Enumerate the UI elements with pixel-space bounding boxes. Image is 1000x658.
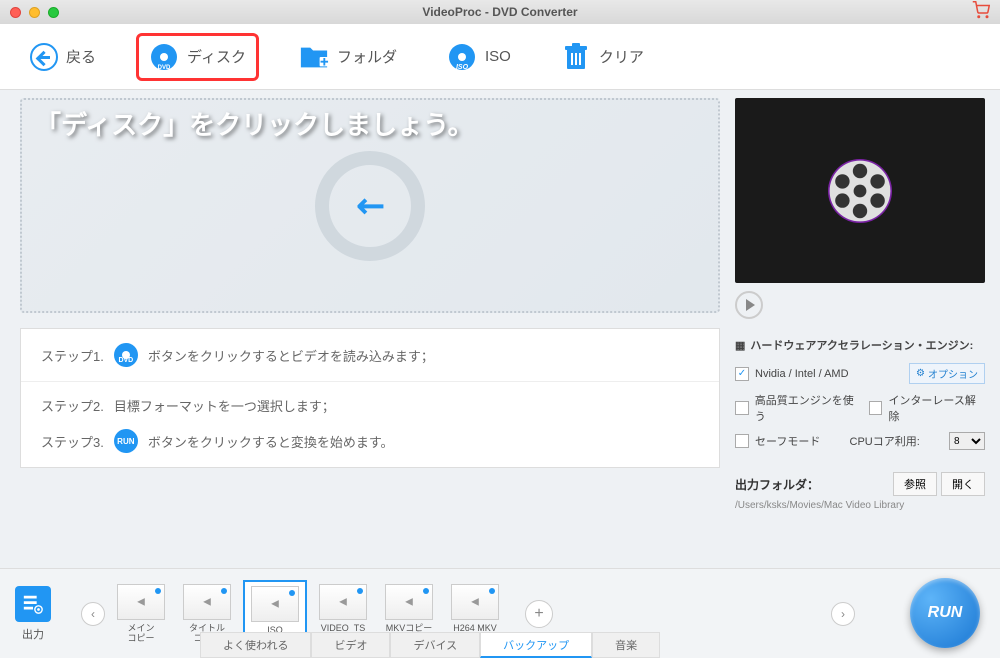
steps-box: ステップ1. DVD ボタンをクリックするとビデオを読み込みます； ステップ2.… bbox=[20, 328, 720, 468]
safe-checkbox[interactable] bbox=[735, 434, 749, 448]
folder-button[interactable]: フォルダ bbox=[289, 36, 407, 78]
maximize-window[interactable] bbox=[48, 7, 59, 18]
tab-バックアップ[interactable]: バックアップ bbox=[480, 632, 592, 658]
step1-label: ステップ1. bbox=[41, 346, 104, 365]
titlebar: VideoProc - DVD Converter bbox=[0, 0, 1000, 24]
run-icon: RUN bbox=[114, 429, 138, 453]
open-button[interactable]: 開く bbox=[941, 472, 985, 496]
film-reel-icon bbox=[820, 151, 900, 231]
drop-circle-icon: ↖ bbox=[315, 151, 425, 261]
deint-checkbox[interactable] bbox=[869, 401, 883, 415]
format-thumb-icon bbox=[319, 584, 367, 620]
format-thumb-icon bbox=[183, 584, 231, 620]
minimize-window[interactable] bbox=[29, 7, 40, 18]
gear-icon: ⚙ bbox=[916, 368, 925, 379]
iso-label: ISO bbox=[485, 48, 511, 65]
svg-text:ISO: ISO bbox=[456, 64, 469, 71]
right-panel: ▦ ハードウェアアクセラレーション・エンジン: ✓ Nvidia / Intel… bbox=[730, 90, 1000, 568]
gpu-checkbox[interactable]: ✓ bbox=[735, 367, 749, 381]
output-settings-button[interactable]: 出力 bbox=[15, 586, 51, 642]
format-item-メイン-コピー[interactable]: メイン コピー bbox=[111, 580, 171, 648]
svg-text:DVD: DVD bbox=[158, 65, 171, 71]
iso-button[interactable]: ISO ISO bbox=[437, 36, 521, 78]
cart-icon[interactable] bbox=[972, 1, 990, 24]
toolbar: 戻る DVD ディスク フォルダ ISO ISO クリア bbox=[0, 24, 1000, 90]
disc-button[interactable]: DVD ディスク bbox=[136, 33, 259, 81]
hq-label: 高品質エンジンを使う bbox=[755, 392, 863, 424]
step-3: ステップ3. RUN ボタンをクリックすると変換を始めます。 bbox=[21, 429, 719, 467]
main-area: 「ディスク」をクリックしましょう。 ↖ ステップ1. DVD ボタンをクリックす… bbox=[0, 90, 1000, 568]
safe-label: セーフモード bbox=[755, 433, 820, 449]
format-thumb-icon bbox=[117, 584, 165, 620]
cursor-arrow-icon: ↖ bbox=[346, 181, 394, 229]
back-arrow-icon bbox=[30, 43, 58, 71]
hw-safe-row: セーフモード CPUコア利用: 8 bbox=[735, 432, 985, 450]
preview-panel bbox=[735, 98, 985, 283]
window-controls bbox=[10, 7, 59, 18]
close-window[interactable] bbox=[10, 7, 21, 18]
hq-checkbox[interactable] bbox=[735, 401, 749, 415]
iso-icon: ISO bbox=[447, 42, 477, 72]
back-label: 戻る bbox=[66, 46, 96, 67]
trash-icon bbox=[561, 42, 591, 72]
gpu-label: Nvidia / Intel / AMD bbox=[755, 368, 849, 380]
deint-label: インターレース解除 bbox=[888, 392, 985, 424]
annotation-text: 「ディスク」をクリックしましょう。 bbox=[35, 105, 474, 142]
folder-icon bbox=[299, 42, 329, 72]
browse-button[interactable]: 参照 bbox=[893, 472, 937, 496]
tab-デバイス[interactable]: デバイス bbox=[390, 632, 480, 658]
tab-よく使われる[interactable]: よく使われる bbox=[200, 632, 311, 658]
format-thumb-icon bbox=[251, 586, 299, 622]
folder-label: フォルダ bbox=[337, 46, 397, 67]
cpu-select[interactable]: 8 bbox=[949, 432, 985, 450]
step-2: ステップ2. 目標フォーマットを一つ選択します； bbox=[21, 382, 719, 429]
step3-text: ボタンをクリックすると変換を始めます。 bbox=[148, 432, 394, 451]
step1-text: ボタンをクリックするとビデオを読み込みます； bbox=[148, 346, 434, 365]
step2-label: ステップ2. bbox=[41, 396, 104, 415]
bottom-bar: 出力 ‹ メイン コピータイトル コピーISOVIDEO_TSMKVコピーH26… bbox=[0, 568, 1000, 658]
carousel-next[interactable]: › bbox=[831, 602, 855, 626]
output-folder-row: 出力フォルダ： 参照 開く bbox=[735, 472, 985, 496]
add-format-button[interactable]: + bbox=[525, 600, 553, 628]
left-panel: 「ディスク」をクリックしましょう。 ↖ ステップ1. DVD ボタンをクリックす… bbox=[0, 90, 730, 568]
list-gear-icon bbox=[15, 586, 51, 622]
tab-ビデオ[interactable]: ビデオ bbox=[311, 632, 390, 658]
back-button[interactable]: 戻る bbox=[20, 37, 106, 77]
window-title: VideoProc - DVD Converter bbox=[422, 5, 577, 19]
disc-label: ディスク bbox=[187, 46, 246, 67]
hw-accel-panel: ▦ ハードウェアアクセラレーション・エンジン: ✓ Nvidia / Intel… bbox=[735, 337, 985, 458]
format-label: メイン コピー bbox=[127, 624, 154, 644]
format-thumb-icon bbox=[451, 584, 499, 620]
dvd-icon: DVD bbox=[114, 343, 138, 367]
hw-gpu-row: ✓ Nvidia / Intel / AMD ⚙オプション bbox=[735, 363, 985, 384]
format-thumb-icon bbox=[385, 584, 433, 620]
play-button[interactable] bbox=[735, 291, 763, 319]
hw-hq-row: 高品質エンジンを使う インターレース解除 bbox=[735, 392, 985, 424]
step3-label: ステップ3. bbox=[41, 432, 104, 451]
disc-icon: DVD bbox=[149, 42, 179, 72]
run-button[interactable]: RUN bbox=[910, 578, 980, 648]
output-path: /Users/ksks/Movies/Mac Video Library bbox=[735, 500, 985, 511]
chip-icon: ▦ bbox=[735, 339, 745, 352]
output-settings-label: 出力 bbox=[22, 626, 44, 642]
carousel-prev[interactable]: ‹ bbox=[81, 602, 105, 626]
step-1: ステップ1. DVD ボタンをクリックするとビデオを読み込みます； bbox=[21, 329, 719, 382]
category-tabs: よく使われるビデオデバイスバックアップ音楽 bbox=[200, 632, 660, 658]
option-button[interactable]: ⚙オプション bbox=[909, 363, 985, 384]
clear-button[interactable]: クリア bbox=[551, 36, 654, 78]
output-folder-label: 出力フォルダ： bbox=[735, 476, 819, 493]
clear-label: クリア bbox=[599, 46, 644, 67]
step2-text: 目標フォーマットを一つ選択します； bbox=[114, 396, 335, 415]
cpu-label: CPUコア利用: bbox=[850, 433, 920, 449]
hw-title: ▦ ハードウェアアクセラレーション・エンジン: bbox=[735, 337, 985, 353]
tab-音楽[interactable]: 音楽 bbox=[592, 632, 660, 658]
